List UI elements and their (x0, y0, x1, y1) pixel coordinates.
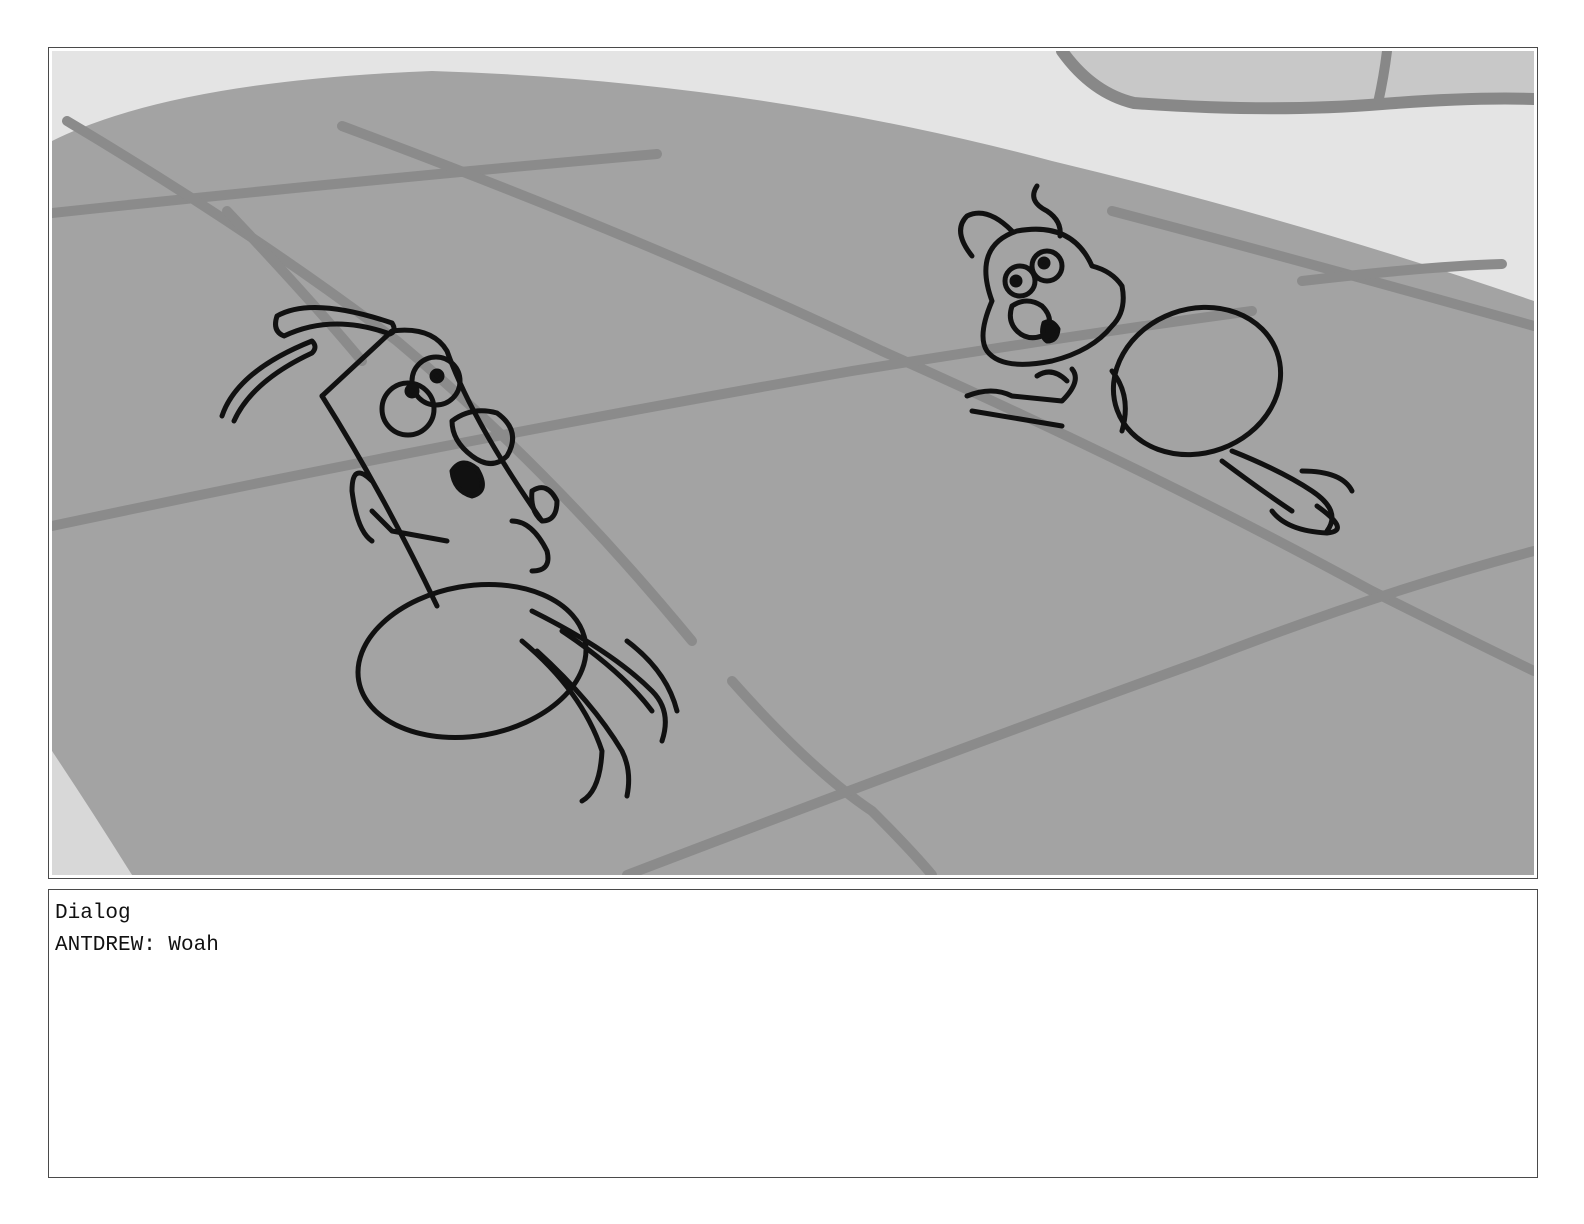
dialog-heading: Dialog (55, 902, 131, 925)
dialog-line: ANTDREW: Woah (55, 934, 219, 957)
storyboard-panel (48, 47, 1538, 879)
storyboard-sketch-image (52, 51, 1534, 875)
dialog-box: Dialog ANTDREW: Woah (48, 889, 1538, 1178)
